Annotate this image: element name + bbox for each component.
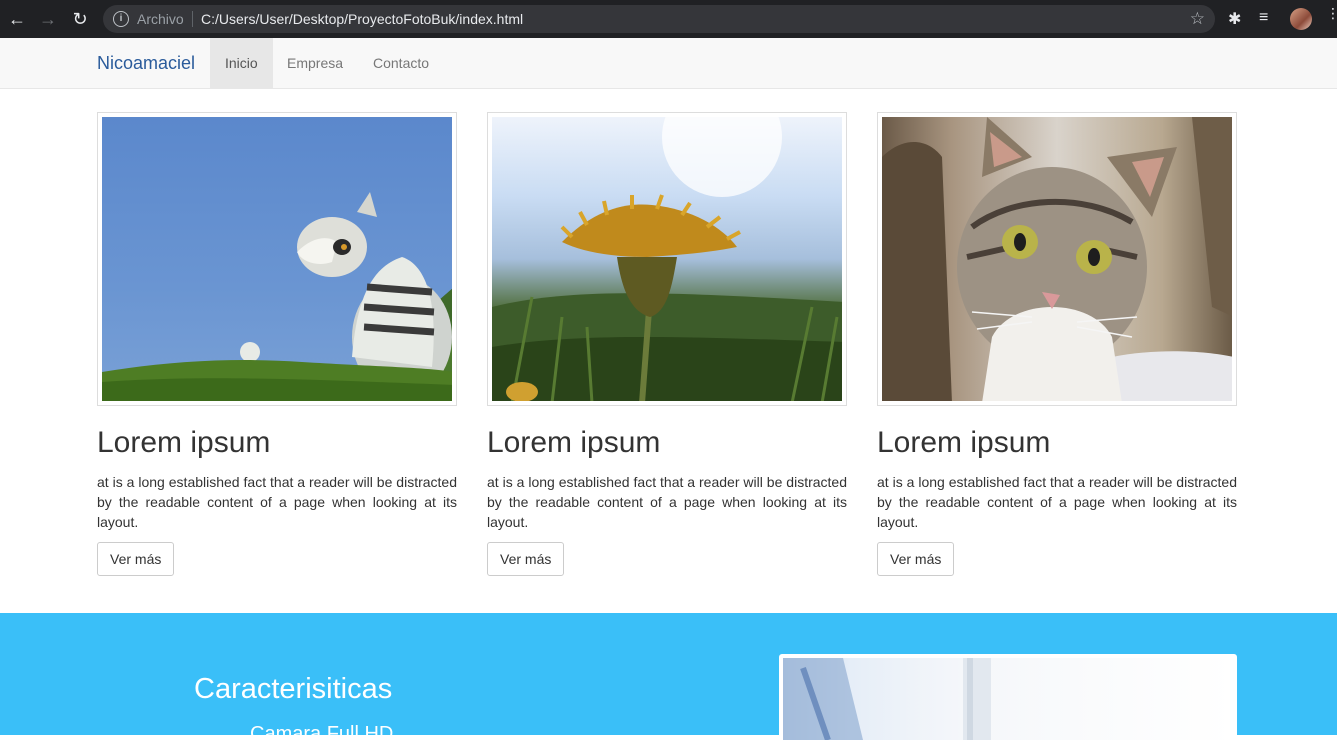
features-image-panel bbox=[779, 654, 1237, 744]
scheme-label: Archivo bbox=[137, 11, 184, 27]
info-icon[interactable]: i bbox=[113, 11, 129, 27]
card-thumbnail bbox=[487, 112, 847, 406]
card-text: at is a long established fact that a rea… bbox=[97, 474, 457, 530]
dandelion-photo bbox=[492, 117, 842, 401]
nav-item-empresa[interactable]: Empresa bbox=[272, 38, 358, 88]
features-title: Caracterisiticas bbox=[194, 673, 393, 705]
card-text: at is a long established fact that a rea… bbox=[487, 474, 847, 530]
extensions-icon[interactable]: ✱ bbox=[1228, 9, 1241, 29]
navbar-brand[interactable]: Nicoamaciel bbox=[97, 53, 195, 74]
reload-icon[interactable]: ↻ bbox=[70, 9, 90, 29]
site-navbar: Nicoamaciel Inicio Empresa Contacto bbox=[0, 38, 1337, 89]
nav-item-contacto[interactable]: Contacto bbox=[358, 38, 444, 88]
forward-icon[interactable]: → bbox=[38, 9, 58, 29]
ver-mas-button[interactable]: Ver más bbox=[877, 542, 955, 576]
card-lemur: Lorem ipsum at is a long established fac… bbox=[97, 112, 457, 576]
lemur-photo bbox=[102, 117, 452, 401]
card-title: Lorem ipsum bbox=[877, 426, 1051, 459]
ver-mas-button[interactable]: Ver más bbox=[487, 542, 565, 576]
card-dandelion: Lorem ipsum at is a long established fac… bbox=[487, 112, 847, 576]
card-title: Lorem ipsum bbox=[97, 426, 271, 459]
ver-mas-button[interactable]: Ver más bbox=[97, 542, 175, 576]
browser-toolbar: ← → ↻ i Archivo C:/Users/User/Desktop/Pr… bbox=[0, 0, 1337, 38]
url-text[interactable]: C:/Users/User/Desktop/ProyectoFotoBuk/in… bbox=[201, 11, 523, 27]
card-thumbnail bbox=[97, 112, 457, 406]
menu-kebab-icon[interactable]: ⋮ bbox=[1326, 6, 1337, 20]
back-icon[interactable]: ← bbox=[7, 9, 27, 29]
bookmark-star-icon[interactable]: ☆ bbox=[1190, 9, 1205, 29]
features-photo bbox=[783, 658, 1233, 740]
media-queue-icon[interactable]: ≡ bbox=[1259, 9, 1268, 27]
cat-photo bbox=[882, 117, 1232, 401]
profile-avatar[interactable] bbox=[1290, 8, 1312, 30]
card-thumbnail bbox=[877, 112, 1237, 406]
address-bar[interactable]: i Archivo C:/Users/User/Desktop/Proyecto… bbox=[103, 5, 1215, 33]
features-section: Caracterisiticas Camara Full HD bbox=[0, 613, 1337, 745]
card-text: at is a long established fact that a rea… bbox=[877, 474, 1237, 530]
card-cat: Lorem ipsum at is a long established fac… bbox=[877, 112, 1237, 576]
card-title: Lorem ipsum bbox=[487, 426, 661, 459]
address-separator bbox=[192, 11, 193, 27]
nav-item-inicio[interactable]: Inicio bbox=[210, 38, 273, 88]
